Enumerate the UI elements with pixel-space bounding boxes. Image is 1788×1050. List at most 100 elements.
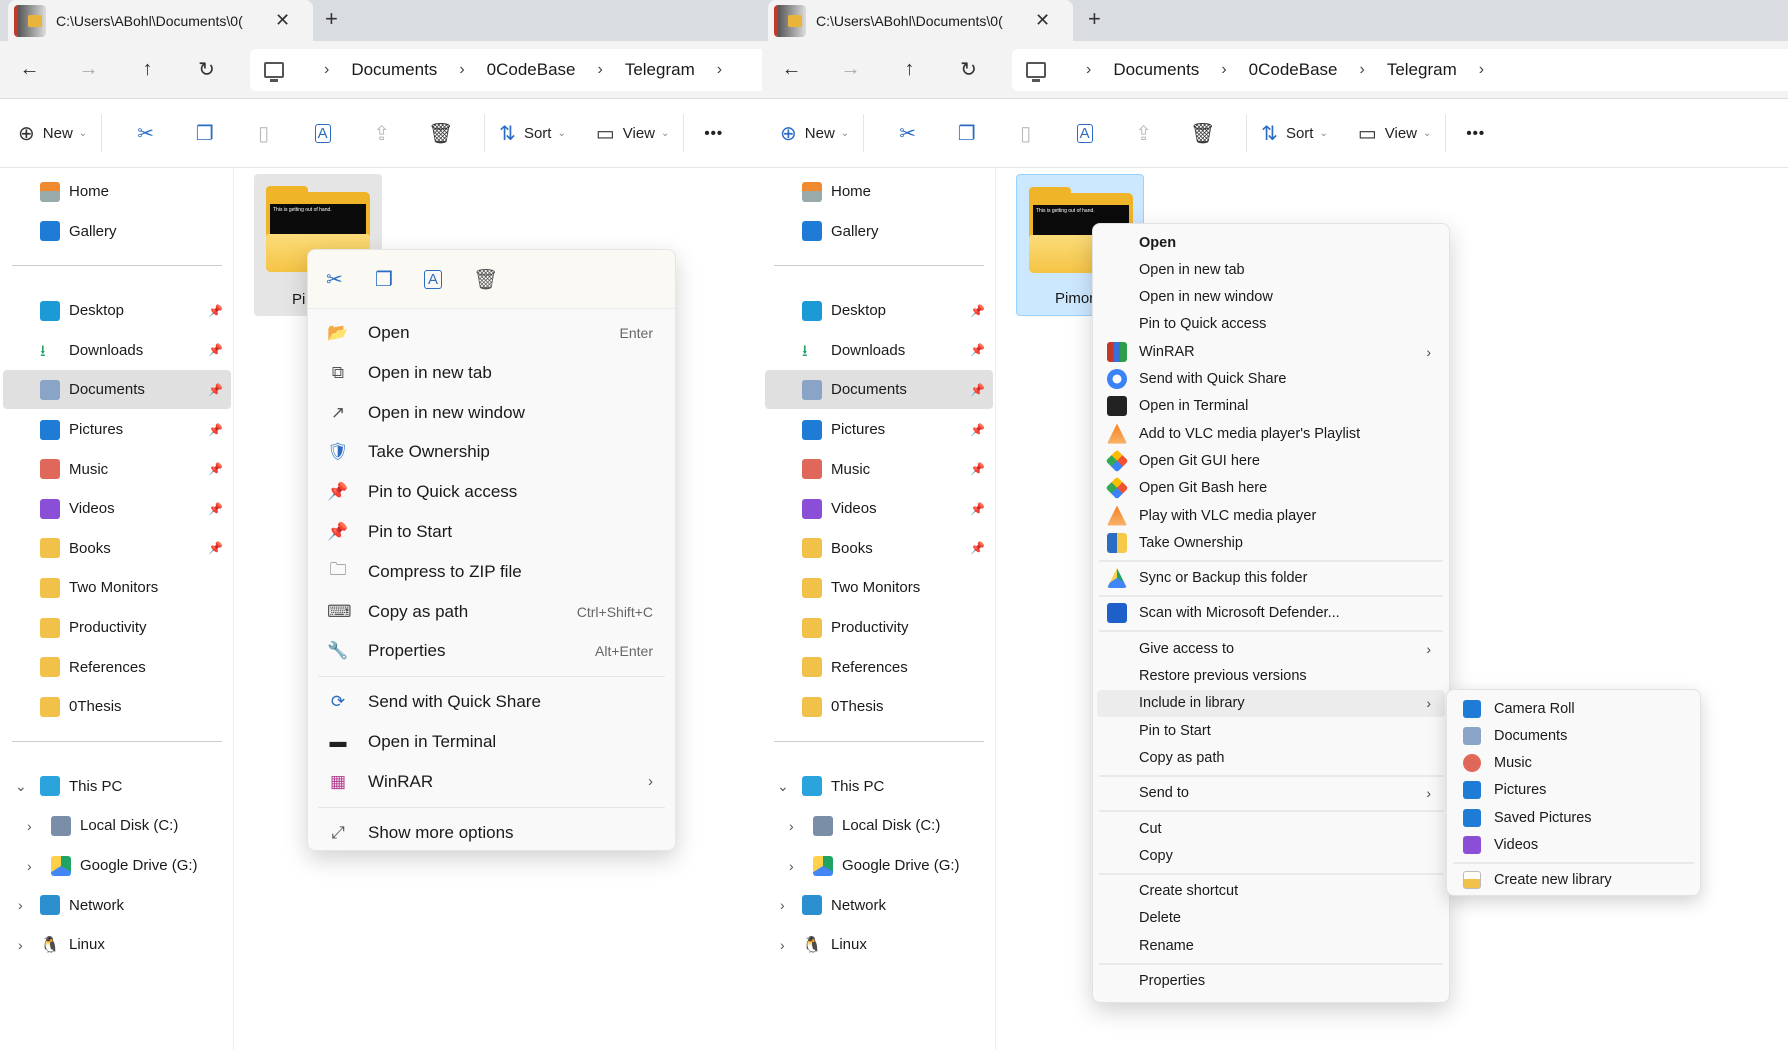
close-tab-icon[interactable]: ✕ (1035, 10, 1050, 31)
breadcrumb-item[interactable]: Documents (1113, 60, 1199, 80)
classic-menu-item-take-ownership[interactable]: Take Ownership (1097, 529, 1445, 556)
breadcrumb-item[interactable]: 0CodeBase (1249, 60, 1338, 80)
classic-menu-item-include-in-library[interactable]: Include in library › (1097, 689, 1445, 717)
new-button[interactable]: ⊕ New ⌄ (780, 121, 849, 146)
sidebar-item-music[interactable]: Music 📌 (765, 450, 993, 489)
sidebar-item-home[interactable]: Home (765, 172, 993, 211)
pin-icon[interactable]: 📌 (970, 383, 985, 397)
sidebar-item-network[interactable]: › Network (3, 886, 231, 925)
view-button[interactable]: ▭ View ⌄ (596, 121, 670, 146)
sidebar-item-videos[interactable]: Videos 📌 (3, 489, 231, 528)
classic-menu-item-give-access-to[interactable]: Give access to › (1097, 635, 1445, 662)
classic-menu-item-cut[interactable]: Cut (1097, 815, 1445, 842)
chevron-right-icon[interactable]: › (324, 61, 329, 79)
breadcrumb-item[interactable]: 0CodeBase (487, 60, 576, 80)
rename-button[interactable]: A (1055, 123, 1114, 143)
share-button[interactable]: ⇪ (1114, 121, 1173, 146)
sort-button[interactable]: ⇅ Sort ⌄ (1261, 121, 1328, 146)
back-button[interactable]: ← (762, 58, 821, 81)
sidebar-item-desktop[interactable]: Desktop 📌 (3, 291, 231, 330)
pin-icon[interactable]: 📌 (208, 423, 223, 437)
pin-icon[interactable]: 📌 (208, 304, 223, 318)
delete-button[interactable]: 🗑 (1173, 121, 1232, 146)
classic-menu-item-open-git-bash-here[interactable]: Open Git Bash here (1097, 475, 1445, 502)
sidebar-item-gallery[interactable]: Gallery (765, 212, 993, 251)
sidebar-item-documents[interactable]: Documents 📌 (765, 370, 993, 410)
sidebar-item-documents[interactable]: Documents 📌 (3, 370, 231, 410)
chevron-right-icon[interactable]: › (780, 897, 785, 913)
paste-button[interactable]: ▯ (234, 121, 293, 146)
pin-icon[interactable]: 📌 (970, 541, 985, 555)
pin-icon[interactable]: 📌 (208, 383, 223, 397)
pin-icon[interactable]: 📌 (208, 343, 223, 357)
sidebar-item-this-pc[interactable]: ⌄ This PC (3, 767, 231, 806)
menu-item-properties[interactable]: 🔧 Properties Alt+Enter (312, 632, 671, 670)
forward-button[interactable]: → (821, 58, 880, 81)
classic-menu-item-rename[interactable]: Rename (1097, 932, 1445, 959)
sidebar-item-pictures[interactable]: Pictures 📌 (3, 410, 231, 449)
classic-menu-item-play-with-vlc-media-player[interactable]: Play with VLC media player (1097, 502, 1445, 529)
sidebar-item-productivity[interactable]: Productivity (3, 608, 231, 647)
classic-menu-item-open-git-gui-here[interactable]: Open Git GUI here (1097, 447, 1445, 474)
classic-menu-item-sync-or-backup-this-folder[interactable]: Sync or Backup this folder (1097, 565, 1445, 592)
sidebar-item-google-drive-g[interactable]: › Google Drive (G:) (3, 846, 231, 885)
chevron-right-icon[interactable]: › (780, 937, 785, 953)
sidebar-item-local-disk-c[interactable]: › Local Disk (C:) (765, 806, 993, 845)
sidebar-item-0thesis[interactable]: 0Thesis (3, 687, 231, 726)
new-tab-button[interactable]: + (1088, 6, 1101, 32)
chevron-right-icon[interactable]: › (27, 818, 32, 834)
sidebar-item-downloads[interactable]: ⭳ Downloads 📌 (3, 331, 231, 370)
chevron-right-icon[interactable]: › (1221, 61, 1226, 79)
library-item-saved-pictures[interactable]: Saved Pictures (1451, 804, 1696, 831)
sidebar-item-books[interactable]: Books 📌 (3, 529, 231, 568)
breadcrumb-item[interactable]: Telegram (1387, 60, 1457, 80)
chevron-right-icon[interactable]: › (1479, 61, 1484, 79)
sidebar-item-local-disk-c[interactable]: › Local Disk (C:) (3, 806, 231, 845)
sidebar-item-downloads[interactable]: ⭳ Downloads 📌 (765, 331, 993, 370)
chevron-down-icon[interactable]: ⌄ (15, 778, 27, 795)
create-new-library-item[interactable]: Create new library (1451, 867, 1696, 894)
classic-menu-item-send-to[interactable]: Send to › (1097, 780, 1445, 807)
menu-item-take-ownership[interactable]: 🛡 Take Ownership (312, 433, 671, 471)
chevron-right-icon[interactable]: › (18, 897, 23, 913)
sidebar-item-references[interactable]: References (765, 648, 993, 687)
chevron-right-icon[interactable]: › (27, 858, 32, 874)
refresh-button[interactable]: ↻ (939, 57, 998, 82)
chevron-right-icon[interactable]: › (717, 61, 722, 79)
sidebar-item-gallery[interactable]: Gallery (3, 212, 231, 251)
library-item-music[interactable]: Music (1451, 750, 1696, 777)
delete-icon[interactable]: 🗑 (473, 267, 522, 292)
tab-active[interactable]: C:\Users\ABohl\Documents\0( ✕ (768, 0, 1073, 41)
sidebar-item-videos[interactable]: Videos 📌 (765, 489, 993, 528)
breadcrumb-item[interactable]: Telegram (625, 60, 695, 80)
pin-icon[interactable]: 📌 (208, 541, 223, 555)
share-button[interactable]: ⇪ (352, 121, 411, 146)
pin-icon[interactable]: 📌 (970, 343, 985, 357)
sidebar-item-two-monitors[interactable]: Two Monitors (3, 568, 231, 607)
sidebar-item-two-monitors[interactable]: Two Monitors (765, 568, 993, 607)
classic-menu-item-add-to-vlc-media-player-s-playlist[interactable]: Add to VLC media player's Playlist (1097, 420, 1445, 447)
up-button[interactable]: ↑ (118, 58, 177, 81)
copy-button[interactable]: ❐ (937, 121, 996, 146)
view-button[interactable]: ▭ View ⌄ (1358, 121, 1432, 146)
sidebar-item-home[interactable]: Home (3, 172, 231, 211)
menu-item-open-in-new-window[interactable]: ↗ Open in new window (312, 394, 671, 432)
close-tab-icon[interactable]: ✕ (275, 10, 290, 31)
chevron-right-icon[interactable]: › (1086, 61, 1091, 79)
sidebar-item-this-pc[interactable]: ⌄ This PC (765, 767, 993, 806)
menu-item-pin-to-start[interactable]: 📌 Pin to Start (312, 513, 671, 551)
rename-icon[interactable]: A (424, 269, 473, 289)
sidebar-item-desktop[interactable]: Desktop 📌 (765, 291, 993, 330)
classic-menu-item-winrar[interactable]: WinRAR › (1097, 338, 1445, 365)
pin-icon[interactable]: 📌 (970, 304, 985, 318)
copy-button[interactable]: ❐ (175, 121, 234, 146)
sidebar-item-linux[interactable]: › 🐧 Linux (765, 925, 993, 964)
sidebar-item-music[interactable]: Music 📌 (3, 450, 231, 489)
sidebar-item-0thesis[interactable]: 0Thesis (765, 687, 993, 726)
cut-button[interactable]: ✂ (878, 121, 937, 146)
sidebar-item-pictures[interactable]: Pictures 📌 (765, 410, 993, 449)
more-options-button[interactable]: ••• (704, 125, 723, 142)
cut-button[interactable]: ✂ (116, 121, 175, 146)
pin-icon[interactable]: 📌 (208, 462, 223, 476)
library-item-videos[interactable]: Videos (1451, 832, 1696, 859)
